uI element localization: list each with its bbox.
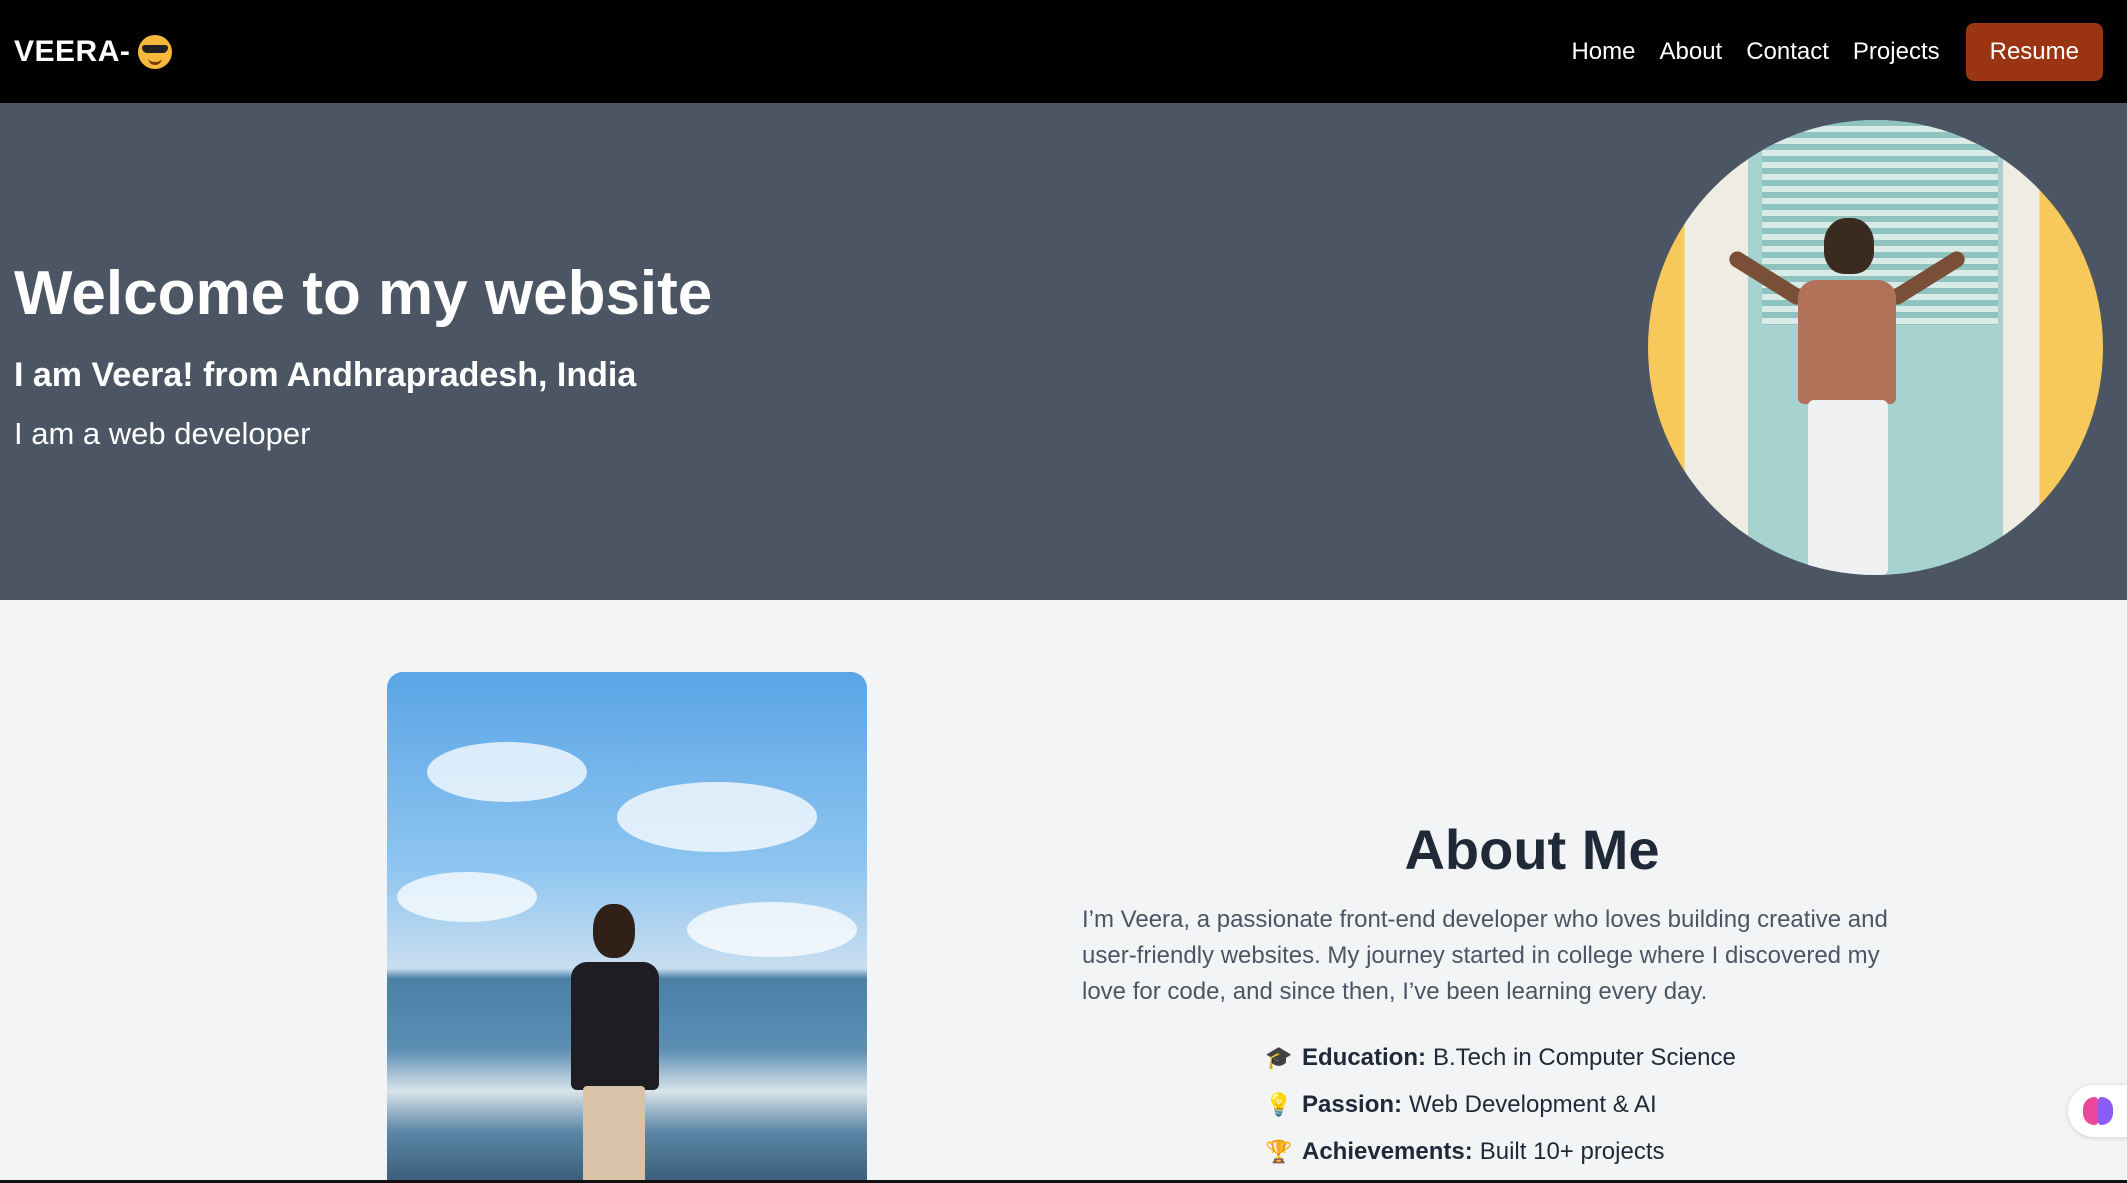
photo-person-legs xyxy=(1808,400,1888,575)
about-list: 🎓 Education: B.Tech in Computer Science … xyxy=(1264,1034,1736,1175)
brand-logo[interactable]: VEERA- xyxy=(14,34,173,69)
graduation-cap-icon: 🎓 xyxy=(1265,1044,1293,1070)
photo-person-head xyxy=(593,904,635,958)
nav-link-projects[interactable]: Projects xyxy=(1853,38,1940,66)
navbar: VEERA- Home About Contact Projects Resum… xyxy=(0,0,2127,103)
nav-link-about[interactable]: About xyxy=(1659,38,1722,66)
nav-link-contact[interactable]: Contact xyxy=(1746,38,1829,66)
photo-person-torso xyxy=(571,962,659,1090)
ai-assistant-widget[interactable] xyxy=(2068,1085,2127,1137)
photo-cloud xyxy=(687,902,857,957)
item-label: Achievements: xyxy=(1302,1137,1473,1165)
item-value: Web Development & AI xyxy=(1409,1090,1657,1118)
photo-cloud xyxy=(397,872,537,922)
list-item: 🏆 Achievements: Built 10+ projects xyxy=(1264,1128,1736,1175)
about-title: About Me xyxy=(1404,818,1660,881)
brand-name: VEERA- xyxy=(14,34,131,68)
nav-links: Home About Contact Projects Resume xyxy=(1571,22,2113,81)
photo-person-legs xyxy=(583,1086,645,1183)
trophy-icon: 🏆 xyxy=(1265,1138,1293,1164)
hero-title: Welcome to my website xyxy=(14,259,713,328)
item-label: Education: xyxy=(1302,1043,1426,1071)
nav-link-home[interactable]: Home xyxy=(1571,38,1635,66)
list-item: 💡 Passion: Web Development & AI xyxy=(1264,1081,1736,1128)
photo-cloud xyxy=(617,782,817,852)
lightbulb-icon: 💡 xyxy=(1265,1091,1293,1117)
item-value: Built 10+ projects xyxy=(1479,1137,1665,1165)
photo-person-head xyxy=(1824,218,1874,274)
resume-button[interactable]: Resume xyxy=(1965,22,2103,81)
brain-icon xyxy=(2083,1097,2113,1125)
about-photo xyxy=(387,672,867,1183)
list-item: 🎓 Education: B.Tech in Computer Science xyxy=(1264,1034,1736,1081)
item-label: Passion: xyxy=(1302,1090,1403,1118)
hero-text: I am a web developer xyxy=(14,416,311,451)
item-value: B.Tech in Computer Science xyxy=(1433,1043,1736,1071)
about-description: I’m Veera, a passionate front-end develo… xyxy=(1082,906,1888,1005)
photo-cloud xyxy=(427,742,587,802)
profile-photo-circle xyxy=(1648,120,2103,575)
photo-person-body xyxy=(1798,280,1896,404)
sunglasses-face-icon xyxy=(138,34,173,69)
hero-subtitle: I am Veera! from Andhrapradesh, India xyxy=(14,356,637,394)
hero-section: Welcome to my website I am Veera! from A… xyxy=(0,103,2127,600)
